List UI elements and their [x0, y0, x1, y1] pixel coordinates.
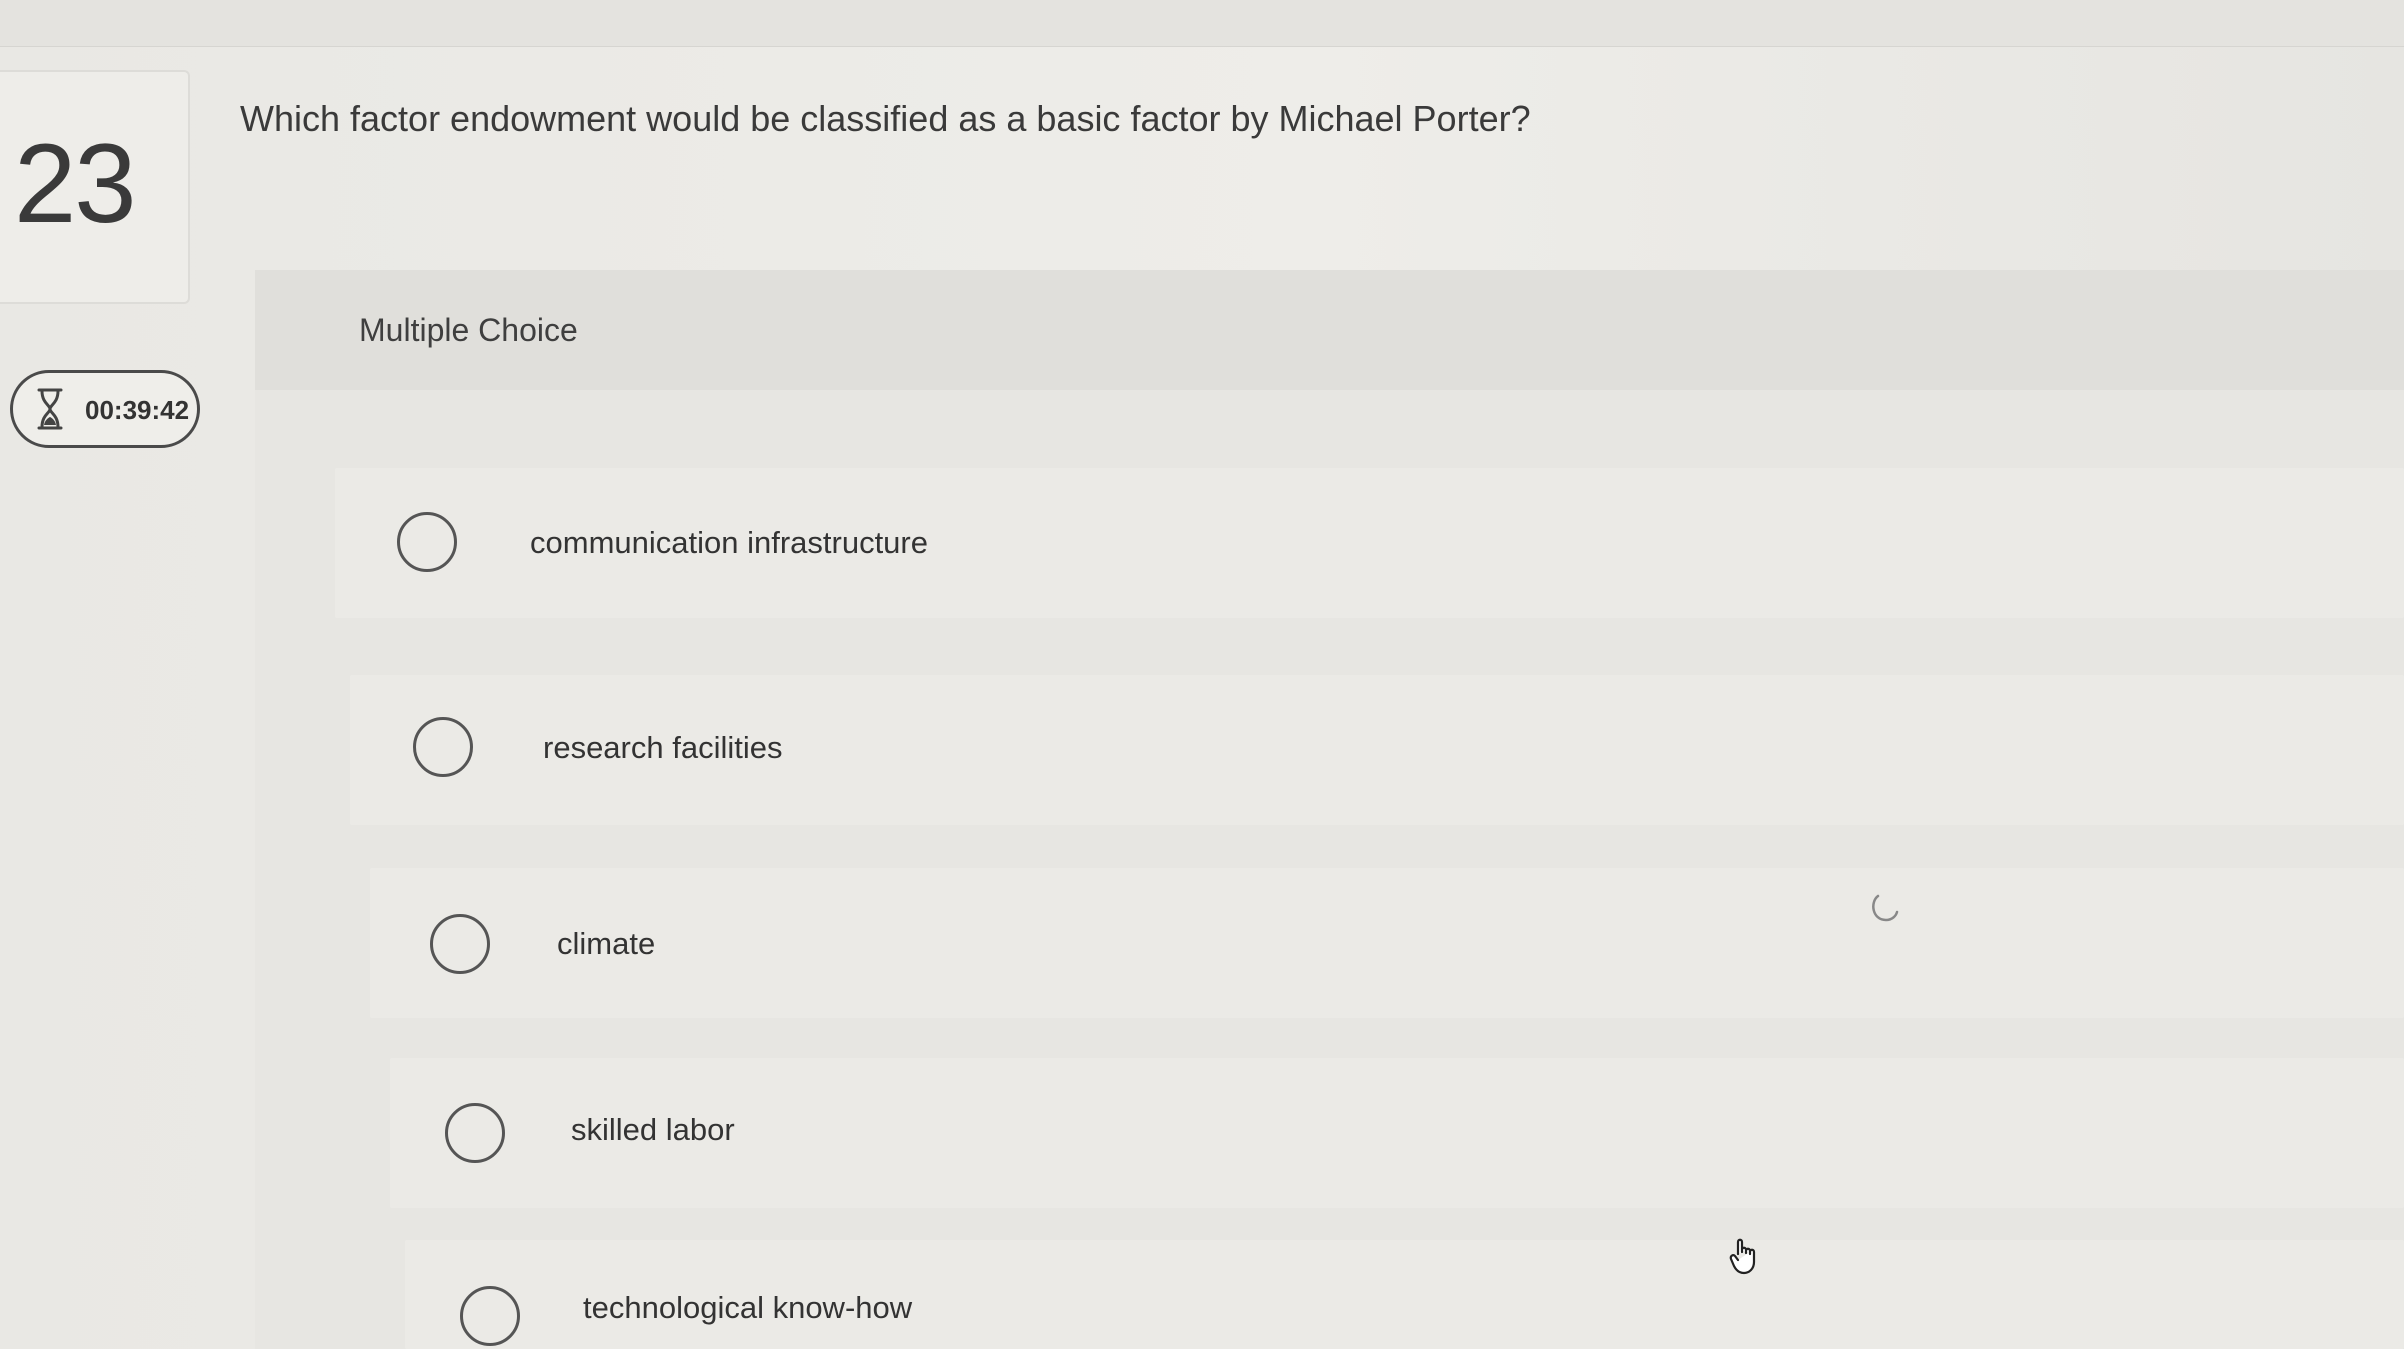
question-type-header: Multiple Choice: [255, 270, 2404, 390]
answer-option-5-label: technological know-how: [583, 1290, 913, 1325]
radio-button-2[interactable]: [413, 717, 473, 777]
answer-option-1-label: communication infrastructure: [530, 525, 928, 560]
answer-option-3[interactable]: climate: [370, 868, 2404, 1018]
radio-button-1[interactable]: [397, 512, 457, 572]
question-prompt: Which factor endowment would be classifi…: [240, 98, 1531, 139]
radio-button-5[interactable]: [460, 1286, 520, 1346]
timer-value: 00:39:42: [85, 395, 190, 425]
answer-option-1[interactable]: communication infrastructure: [335, 468, 2404, 618]
answer-option-4[interactable]: skilled labor: [390, 1058, 2404, 1208]
question-number: 23: [14, 121, 137, 246]
radio-button-4[interactable]: [445, 1103, 505, 1163]
answer-option-2[interactable]: research facilities: [350, 675, 2404, 825]
answer-option-3-label: climate: [557, 926, 656, 961]
hourglass-icon: [37, 388, 63, 430]
radio-button-3[interactable]: [430, 914, 490, 974]
answer-option-5[interactable]: technological know-how: [405, 1240, 2404, 1349]
question-type-label: Multiple Choice: [359, 312, 578, 348]
quiz-page: 23 00:39:42 Which factor endowment would…: [0, 0, 2404, 1349]
timer-button[interactable]: 00:39:42: [10, 370, 200, 448]
pointer-hand-cursor-icon: [1729, 1238, 1756, 1275]
answer-option-2-label: research facilities: [543, 730, 783, 765]
loading-spinner-icon: [1872, 894, 1899, 922]
top-toolbar-strip: [0, 0, 2404, 47]
answer-option-4-label: skilled labor: [571, 1112, 735, 1147]
